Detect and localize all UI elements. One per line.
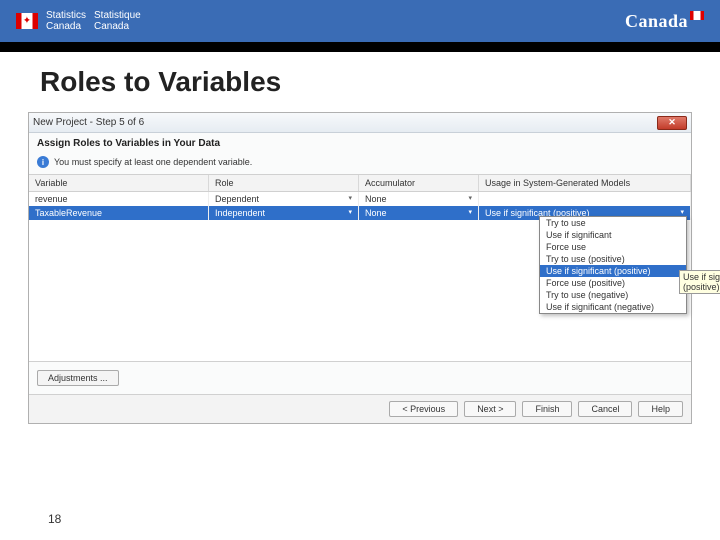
dialog-title: New Project - Step 5 of 6 — [33, 117, 144, 128]
next-button[interactable]: Next > — [464, 401, 516, 417]
chevron-down-icon: ▾ — [348, 208, 352, 216]
cell-usage[interactable] — [479, 192, 691, 206]
canada-wordmark: Canada — [625, 11, 704, 32]
dropdown-item[interactable]: Try to use — [540, 217, 686, 229]
dropdown-item[interactable]: Try to use (negative) — [540, 289, 686, 301]
chevron-down-icon: ▾ — [468, 194, 472, 202]
tooltip: Use if significant (positive) — [679, 270, 720, 294]
dropdown-item[interactable]: Force use (positive) — [540, 277, 686, 289]
wizard-dialog: New Project - Step 5 of 6 ✕ Assign Roles… — [28, 112, 692, 424]
cell-accumulator[interactable]: None▾ — [359, 192, 479, 206]
chevron-down-icon: ▾ — [680, 208, 684, 216]
table-row[interactable]: revenue Dependent▾ None▾ — [29, 192, 691, 206]
agency-fr: Statistique Canada — [94, 10, 141, 32]
previous-button[interactable]: < Previous — [389, 401, 458, 417]
agency-block: Statistics Canada Statistique Canada — [16, 10, 141, 32]
info-row: i You must specify at least one dependen… — [29, 154, 691, 174]
cell-role[interactable]: Independent▾ — [209, 206, 359, 220]
cell-role[interactable]: Dependent▾ — [209, 192, 359, 206]
wizard-buttons: < Previous Next > Finish Cancel Help — [29, 394, 691, 423]
info-icon: i — [37, 156, 49, 168]
chevron-down-icon: ▾ — [468, 208, 472, 216]
adjustments-button[interactable]: Adjustments ... — [37, 370, 119, 386]
section-heading: Assign Roles to Variables in Your Data — [29, 133, 691, 154]
gov-header: Statistics Canada Statistique Canada Can… — [0, 0, 720, 42]
agency-en: Statistics Canada — [46, 10, 86, 32]
dropdown-item[interactable]: Use if significant — [540, 229, 686, 241]
dropdown-item[interactable]: Try to use (positive) — [540, 253, 686, 265]
header-divider — [0, 42, 720, 52]
col-accumulator[interactable]: Accumulator — [359, 175, 479, 191]
close-button[interactable]: ✕ — [657, 116, 687, 130]
canada-flag-icon — [16, 13, 38, 29]
dropdown-item[interactable]: Force use — [540, 241, 686, 253]
help-button[interactable]: Help — [638, 401, 683, 417]
chevron-down-icon: ▾ — [348, 194, 352, 202]
info-text: You must specify at least one dependent … — [54, 157, 252, 167]
titlebar: New Project - Step 5 of 6 ✕ — [29, 113, 691, 133]
col-usage[interactable]: Usage in System-Generated Models — [479, 175, 691, 191]
col-role[interactable]: Role — [209, 175, 359, 191]
finish-button[interactable]: Finish — [522, 401, 572, 417]
dropdown-item-selected[interactable]: Use if significant (positive) — [540, 265, 686, 277]
canada-flag-icon — [690, 11, 704, 20]
cancel-button[interactable]: Cancel — [578, 401, 632, 417]
usage-dropdown[interactable]: Try to use Use if significant Force use … — [539, 216, 687, 314]
grid-body: revenue Dependent▾ None▾ TaxableRevenue … — [29, 192, 691, 362]
cell-accumulator[interactable]: None▾ — [359, 206, 479, 220]
cell-variable: revenue — [29, 192, 209, 206]
cell-variable: TaxableRevenue — [29, 206, 209, 220]
col-variable[interactable]: Variable — [29, 175, 209, 191]
dropdown-item[interactable]: Use if significant (negative) — [540, 301, 686, 313]
page-title: Roles to Variables — [0, 52, 720, 112]
grid-header: Variable Role Accumulator Usage in Syste… — [29, 174, 691, 192]
page-number: 18 — [48, 512, 61, 526]
